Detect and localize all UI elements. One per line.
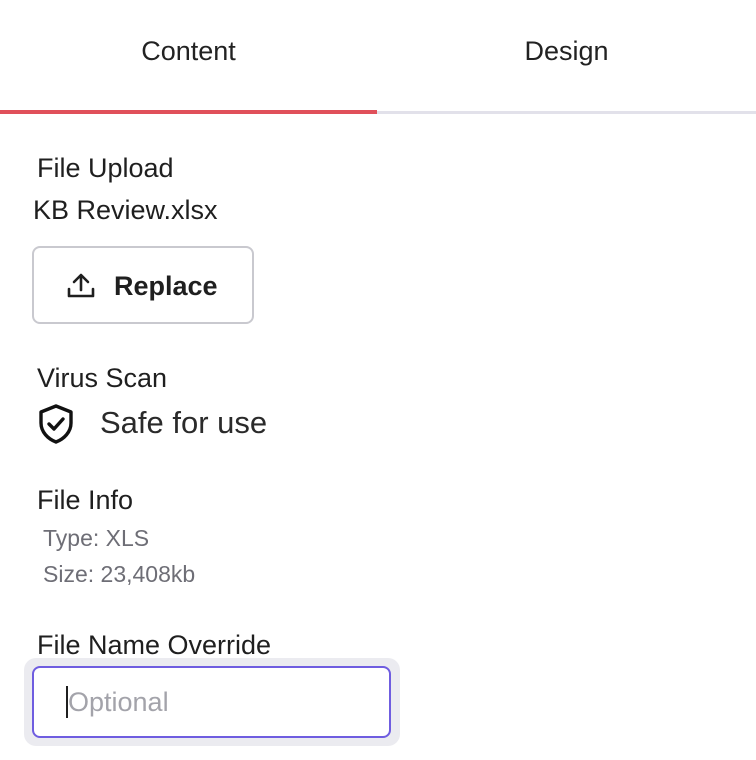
virus-scan-status: Safe for use [100, 405, 268, 440]
tab-design-label: Design [524, 36, 609, 66]
file-size-info: Size: 23,408kb [43, 561, 196, 587]
shield-check-icon [39, 404, 73, 444]
tab-content-label: Content [141, 36, 236, 66]
file-name-override-label: File Name Override [37, 630, 272, 660]
tab-content[interactable]: Content [0, 0, 377, 114]
tab-design[interactable]: Design [377, 0, 756, 114]
tab-design-indicator [377, 111, 756, 114]
file-info-label: File Info [37, 485, 134, 515]
file-type-info: Type: XLS [43, 525, 150, 551]
virus-scan-label: Virus Scan [37, 363, 168, 393]
text-caret [66, 686, 68, 718]
uploaded-filename: KB Review.xlsx [33, 195, 218, 225]
file-name-override-input[interactable] [32, 666, 391, 738]
tab-bar: Content Design [0, 0, 756, 114]
file-upload-label: File Upload [37, 153, 174, 183]
replace-button-label: Replace [114, 271, 218, 301]
tab-content-active-indicator [0, 110, 377, 114]
replace-button[interactable]: Replace [32, 246, 254, 324]
upload-icon [67, 273, 95, 298]
